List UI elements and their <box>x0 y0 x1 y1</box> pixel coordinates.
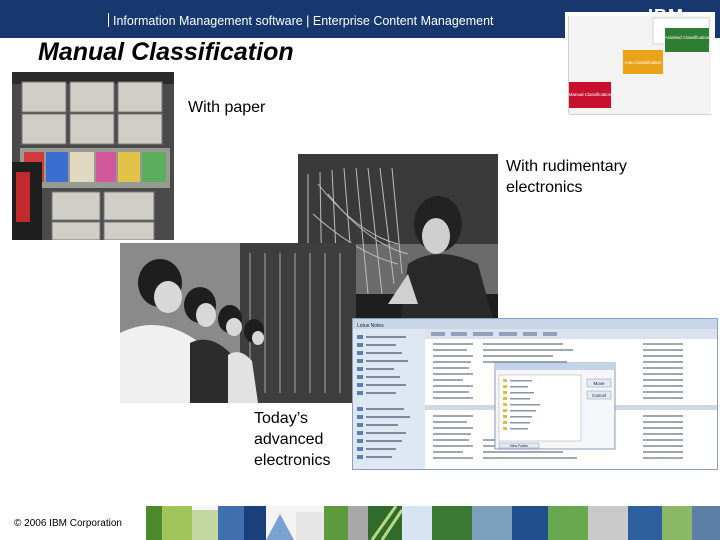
caption-rudimentary-line1: With rudimentary <box>506 158 627 175</box>
email-client-screenshot: Lotus Notes Move Cancel New Folder <box>352 318 718 470</box>
caption-advanced-line3: electronics <box>254 452 331 469</box>
header-divider <box>108 13 109 27</box>
caption-advanced: Today’s advanced electronics <box>254 408 330 471</box>
dialog-cancel-button: Cancel <box>592 393 606 398</box>
caption-paper: With paper <box>188 99 266 116</box>
copyright-notice: © 2006 IBM Corporation <box>14 518 122 529</box>
header-title-text: Information Management software | Enterp… <box>113 14 494 28</box>
footer-decorative-band <box>146 506 720 540</box>
thumb-label-assisted: Assisted Classification <box>665 35 710 40</box>
thumb-label-auto: Auto Classification <box>624 60 662 65</box>
caption-advanced-line2: advanced <box>254 431 324 448</box>
dialog-move-button: Move <box>593 381 605 386</box>
header-title: Information Management software | Enterp… <box>108 13 494 28</box>
dialog-new-folder-button: New Folder <box>510 444 529 448</box>
window-title: Lotus Notes <box>357 323 384 329</box>
filing-cabinet-photo <box>12 72 174 240</box>
caption-rudimentary-line2: electronics <box>506 179 583 196</box>
telephone-operators-photo <box>120 243 356 403</box>
classification-thumbnail-chart: Assisted Classification Auto Classificat… <box>565 12 715 120</box>
move-to-folder-dialog: Move Cancel New Folder <box>494 362 616 450</box>
caption-advanced-line1: Today’s <box>254 410 308 427</box>
caption-rudimentary: With rudimentary electronics <box>506 156 627 198</box>
thumb-label-manual: Manual Classification <box>569 92 612 97</box>
thumb-box-assisted <box>665 28 709 52</box>
slide-title: Manual Classification <box>38 38 294 66</box>
